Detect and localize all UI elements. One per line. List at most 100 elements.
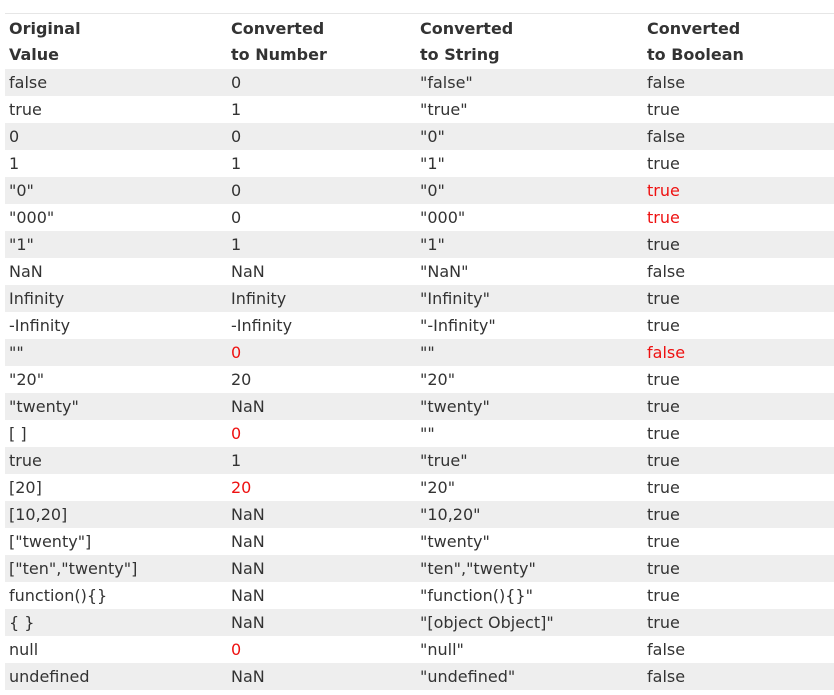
- boolean-cell: false: [647, 640, 686, 659]
- number-cell: 1: [227, 447, 416, 474]
- table-body: false 0 "false" false true 1 "true" true 0 0 "0" fa…: [5, 69, 834, 690]
- header-line-2: Value: [9, 45, 60, 64]
- boolean-cell: true: [643, 609, 834, 636]
- conversion-table-container: Original Value Converted to Number Conve…: [5, 13, 834, 690]
- original-value-cell: "20": [9, 370, 45, 389]
- string-cell: "1": [416, 231, 643, 258]
- string-cell: "000": [420, 208, 466, 227]
- table-row: false 0 "false" false: [5, 69, 834, 96]
- number-cell: 20: [231, 370, 252, 389]
- original-value-cell: NaN: [9, 262, 43, 281]
- original-value-cell: true: [5, 447, 227, 474]
- string-cell: "": [420, 424, 435, 443]
- original-value-cell: Infinity: [5, 285, 227, 312]
- boolean-cell: true: [647, 532, 680, 551]
- original-value-cell: 1: [9, 154, 20, 173]
- boolean-cell: false: [643, 69, 834, 96]
- number-cell: 0: [227, 69, 416, 96]
- number-cell: 0: [227, 123, 416, 150]
- table-row: undefined NaN "undefined" false: [5, 663, 834, 690]
- boolean-cell: true: [647, 424, 680, 443]
- number-cell: NaN: [231, 532, 265, 551]
- string-cell: "twenty": [416, 393, 643, 420]
- number-cell: NaN: [231, 262, 265, 281]
- boolean-cell: true: [643, 393, 834, 420]
- string-cell: "0": [416, 123, 643, 150]
- original-value-cell: "000": [9, 208, 55, 227]
- header-line-2: to String: [420, 45, 500, 64]
- string-cell: "20": [420, 478, 456, 497]
- table-row: "" 0 "" false: [5, 339, 834, 366]
- original-value-cell: { }: [5, 609, 227, 636]
- string-cell: "ten","twenty": [416, 555, 643, 582]
- string-cell: "function(){}": [420, 586, 533, 605]
- original-value-cell: false: [5, 69, 227, 96]
- boolean-cell: true: [647, 208, 680, 227]
- original-value-cell: "1": [5, 231, 227, 258]
- original-value-cell: [ ]: [9, 424, 27, 443]
- string-cell: "20": [420, 370, 456, 389]
- number-cell: NaN: [227, 501, 416, 528]
- string-cell: "10,20": [416, 501, 643, 528]
- string-cell: "true": [416, 447, 643, 474]
- header-line-1: Converted: [231, 19, 325, 38]
- header-to-string: Converted to String: [416, 14, 643, 69]
- boolean-cell: true: [643, 231, 834, 258]
- table-row: true 1 "true" true: [5, 96, 834, 123]
- original-value-cell: [10,20]: [5, 501, 227, 528]
- number-cell: NaN: [227, 393, 416, 420]
- table-row: -Infinity -Infinity "-Infinity" true: [5, 312, 834, 339]
- header-line-1: Original: [9, 19, 81, 38]
- boolean-cell: false: [643, 663, 834, 690]
- string-cell: "NaN": [420, 262, 469, 281]
- header-line-2: to Number: [231, 45, 327, 64]
- table-row: ["twenty"] NaN "twenty" true: [5, 528, 834, 555]
- string-cell: "-Infinity": [420, 316, 496, 335]
- table-row: [20] 20 "20" true: [5, 474, 834, 501]
- string-cell: "false": [416, 69, 643, 96]
- string-cell: "undefined": [416, 663, 643, 690]
- boolean-cell: false: [643, 339, 834, 366]
- string-cell: "true": [420, 100, 468, 119]
- boolean-cell: false: [647, 262, 686, 281]
- original-value-cell: "0": [5, 177, 227, 204]
- table-row: function(){} NaN "function(){}" true: [5, 582, 834, 609]
- type-conversion-table: Original Value Converted to Number Conve…: [5, 14, 834, 690]
- table-row: "twenty" NaN "twenty" true: [5, 393, 834, 420]
- number-cell: 1: [231, 100, 242, 119]
- header-line-1: Converted: [420, 19, 514, 38]
- table-header: Original Value Converted to Number Conve…: [5, 14, 834, 69]
- table-row: 0 0 "0" false: [5, 123, 834, 150]
- number-cell: 1: [227, 231, 416, 258]
- table-row: { } NaN "[object Object]" true: [5, 609, 834, 636]
- string-cell: "null": [420, 640, 464, 659]
- boolean-cell: true: [643, 447, 834, 474]
- boolean-cell: true: [647, 586, 680, 605]
- number-cell: NaN: [227, 609, 416, 636]
- header-to-boolean: Converted to Boolean: [643, 14, 834, 69]
- table-row: ["ten","twenty"] NaN "ten","twenty" true: [5, 555, 834, 582]
- original-value-cell: "": [5, 339, 227, 366]
- boolean-cell: true: [643, 555, 834, 582]
- number-cell: 0: [227, 339, 416, 366]
- original-value-cell: true: [9, 100, 42, 119]
- table-row: [ ] 0 "" true: [5, 420, 834, 447]
- boolean-cell: true: [647, 100, 680, 119]
- header-line-1: Converted: [647, 19, 741, 38]
- original-value-cell: function(){}: [9, 586, 108, 605]
- number-cell: 0: [231, 424, 242, 443]
- number-cell: -Infinity: [231, 316, 293, 335]
- string-cell: "1": [420, 154, 445, 173]
- header-original-value: Original Value: [5, 14, 227, 69]
- string-cell: "Infinity": [416, 285, 643, 312]
- boolean-cell: false: [643, 123, 834, 150]
- boolean-cell: true: [647, 478, 680, 497]
- boolean-cell: true: [643, 501, 834, 528]
- header-row: Original Value Converted to Number Conve…: [5, 14, 834, 69]
- number-cell: 0: [231, 208, 242, 227]
- table-row: "000" 0 "000" true: [5, 204, 834, 231]
- table-row: "20" 20 "20" true: [5, 366, 834, 393]
- string-cell: "[object Object]": [416, 609, 643, 636]
- number-cell: 20: [231, 478, 252, 497]
- boolean-cell: true: [647, 154, 680, 173]
